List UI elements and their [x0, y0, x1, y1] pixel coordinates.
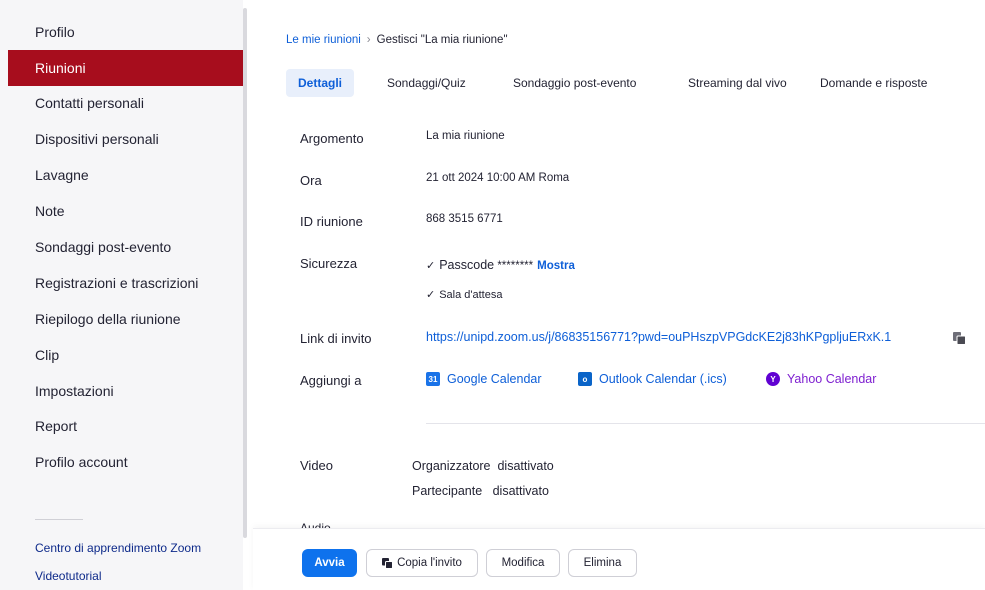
show-passcode-link[interactable]: Mostra [537, 260, 575, 272]
sidebar-divider [35, 519, 83, 520]
tab-sondaggio-post-evento[interactable]: Sondaggio post-evento [513, 69, 636, 97]
breadcrumb-current: Gestisci "La mia riunione" [376, 34, 508, 46]
meeting-id-value: 868 3515 6771 [426, 213, 503, 225]
check-icon: ✓ [426, 260, 436, 272]
add-to-label: Aggiungi a [300, 373, 362, 388]
yahoo-calendar-label: Yahoo Calendar [787, 372, 877, 386]
learning-center-link[interactable]: Centro di apprendimento Zoom [35, 541, 201, 555]
outlook-icon: o [578, 372, 592, 386]
sidebar-scrollbar[interactable] [243, 8, 247, 538]
video-label: Video [300, 458, 334, 473]
sidebar-item-profilo[interactable]: Profilo [8, 14, 243, 50]
yahoo-calendar-button[interactable]: Y Yahoo Calendar [766, 372, 876, 386]
host-video-row: Organizzatore disattivato [412, 459, 554, 473]
invite-link[interactable]: https://unipd.zoom.us/j/86835156771?pwd=… [426, 330, 891, 344]
breadcrumb-my-meetings-link[interactable]: Le mie riunioni [286, 34, 361, 46]
sidebar-item-profilo-account[interactable]: Profilo account [8, 444, 243, 480]
copy-invite-label: Copia l'invito [397, 557, 462, 569]
check-icon: ✓ [426, 289, 436, 301]
host-label: Organizzatore [412, 459, 491, 473]
sidebar: Profilo Riunioni Contatti personali Disp… [0, 0, 243, 590]
time-label: Ora [300, 173, 322, 188]
topic-label: Argomento [300, 131, 364, 146]
meeting-id-label: ID riunione [300, 214, 363, 229]
tab-dettagli[interactable]: Dettagli [286, 69, 355, 97]
google-calendar-button[interactable]: 31 Google Calendar [426, 372, 542, 386]
sidebar-item-note[interactable]: Note [8, 193, 243, 229]
passcode-label: Passcode [439, 258, 495, 272]
sidebar-item-impostazioni[interactable]: Impostazioni [8, 373, 243, 409]
breadcrumb-separator: › [366, 34, 371, 46]
sidebar-item-riepilogo[interactable]: Riepilogo della riunione [8, 301, 243, 337]
passcode-row: ✓ Passcode ******** Mostra [426, 258, 575, 272]
sidebar-item-registrazioni[interactable]: Registrazioni e trascrizioni [8, 265, 243, 301]
participant-video-value: disattivato [492, 484, 549, 498]
time-value: 21 ott 2024 10:00 AM Roma [426, 172, 570, 184]
sidebar-item-report[interactable]: Report [8, 408, 243, 444]
copy-icon[interactable] [953, 332, 966, 345]
sidebar-item-lavagne[interactable]: Lavagne [8, 157, 243, 193]
participant-label: Partecipante [412, 484, 483, 498]
edit-button[interactable]: Modifica [486, 549, 560, 577]
security-label: Sicurezza [300, 256, 358, 271]
breadcrumb: Le mie riunioni › Gestisci "La mia riunion… [286, 34, 508, 46]
waiting-room-label: Sala d'attesa [439, 289, 503, 301]
copy-icon [382, 557, 394, 569]
passcode-masked: ******** [497, 260, 534, 272]
sidebar-item-riunioni[interactable]: Riunioni [8, 50, 243, 86]
sidebar-item-contatti-personali[interactable]: Contatti personali [8, 85, 243, 121]
participant-video-row: Partecipante disattivato [412, 484, 549, 498]
tab-streaming[interactable]: Streaming dal vivo [688, 69, 787, 97]
start-button[interactable]: Avvia [302, 549, 357, 577]
waiting-room-row: ✓ Sala d'attesa [426, 288, 502, 301]
yahoo-icon: Y [766, 372, 780, 386]
section-divider [426, 423, 985, 424]
outlook-calendar-label: Outlook Calendar (.ics) [599, 372, 727, 386]
video-tutorial-link[interactable]: Videotutorial [35, 569, 102, 583]
sidebar-item-sondaggi-post-evento[interactable]: Sondaggi post-evento [8, 229, 243, 265]
outlook-calendar-button[interactable]: o Outlook Calendar (.ics) [578, 372, 727, 386]
tab-sondaggi-quiz[interactable]: Sondaggi/Quiz [387, 69, 466, 97]
host-video-value: disattivato [497, 459, 554, 473]
sidebar-item-clip[interactable]: Clip [8, 337, 243, 373]
delete-button[interactable]: Elimina [568, 549, 637, 577]
tab-domande-risposte[interactable]: Domande e risposte [820, 69, 927, 97]
copy-invite-button[interactable]: Copia l'invito [366, 549, 478, 577]
google-calendar-label: Google Calendar [447, 372, 542, 386]
sidebar-item-dispositivi-personali[interactable]: Dispositivi personali [8, 121, 243, 157]
google-calendar-icon: 31 [426, 372, 440, 386]
invite-link-label: Link di invito [300, 331, 372, 346]
topic-value: La mia riunione [426, 130, 505, 142]
